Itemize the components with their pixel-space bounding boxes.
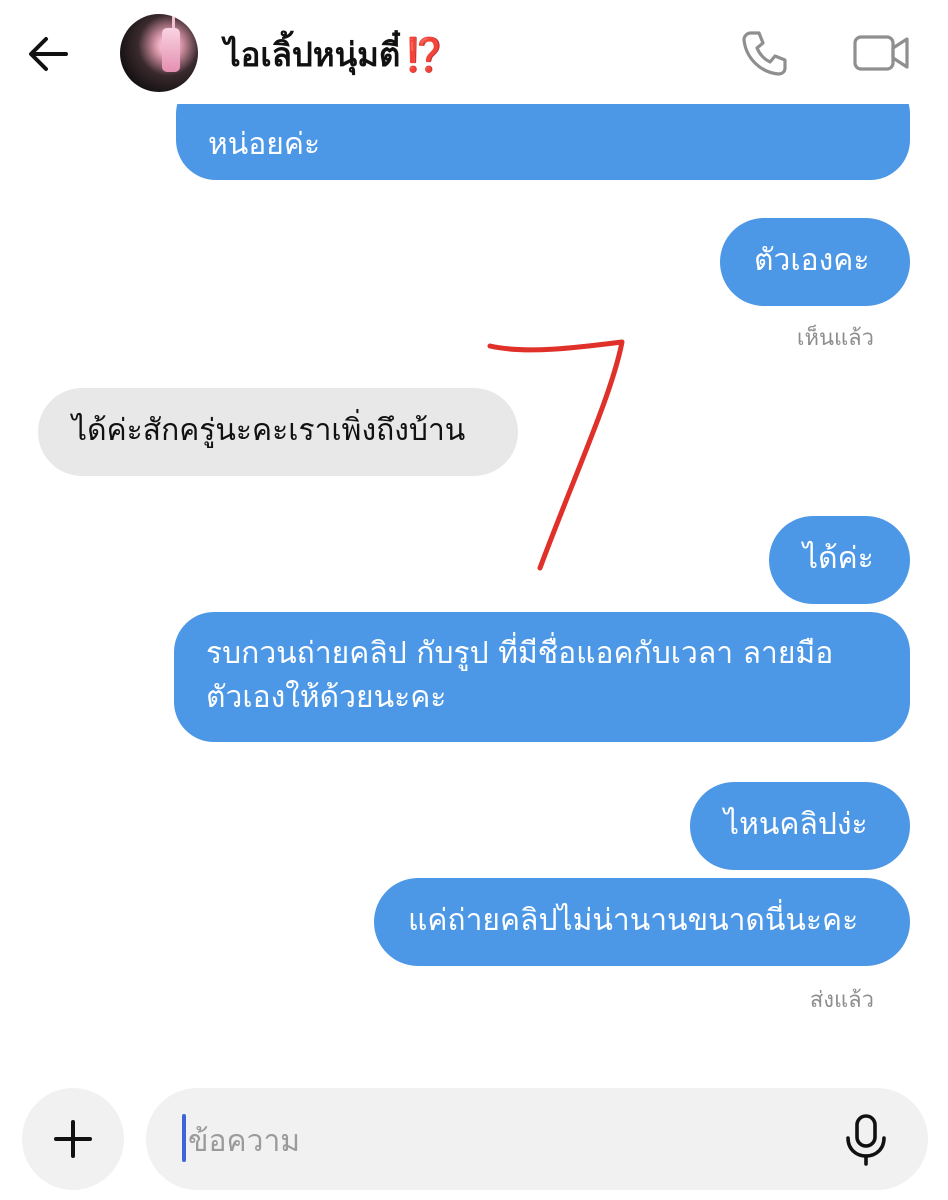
seen-status: เห็นแล้ว: [796, 326, 874, 351]
message-composer: ข้อความ: [0, 1070, 948, 1200]
text-caret: [182, 1114, 186, 1162]
handwritten-annotation: [487, 339, 625, 571]
message-input[interactable]: ข้อความ: [146, 1088, 928, 1190]
microphone-icon[interactable]: [838, 1112, 894, 1168]
video-camera-icon[interactable]: [852, 30, 912, 76]
message-bubble-outgoing[interactable]: ตัวเองคะ: [720, 218, 910, 306]
message-thread[interactable]: หน่อยค่ะ ตัวเองคะ เห็นแล้ว ได้ค่ะสักครู่…: [0, 104, 948, 1070]
add-attachment-button[interactable]: [22, 1088, 124, 1190]
message-bubble-outgoing[interactable]: รบกวนถ่ายคลิป กับรูป ที่มีชื่อแอคกับเวลา…: [174, 612, 910, 742]
message-bubble-outgoing[interactable]: ได้ค่ะ: [769, 516, 910, 604]
avatar-cup: [162, 28, 180, 72]
message-bubble-outgoing[interactable]: แค่ถ่ายคลิปไม่น่านานขนาดนี่นะคะ: [374, 878, 910, 966]
message-bubble-outgoing[interactable]: ไหนคลิปง่ะ: [690, 782, 910, 870]
chat-header: ไอเลิ้ปหนุ่มตี๋ ⁉️: [0, 0, 948, 104]
contact-name[interactable]: ไอเลิ้ปหนุ่มตี๋ ⁉️: [224, 28, 445, 81]
phone-icon[interactable]: [740, 28, 790, 78]
message-line: รบกวนถ่ายคลิป กับรูป ที่มีชื่อแอคกับเวลา…: [206, 636, 834, 671]
message-bubble-incoming[interactable]: ได้ค่ะสักครู่นะคะเราเพิ่งถึงบ้าน: [38, 388, 518, 476]
sent-status: ส่งแล้ว: [809, 988, 874, 1013]
message-input-placeholder: ข้อความ: [188, 1124, 301, 1159]
message-line: ตัวเองให้ด้วยนะคะ: [206, 680, 447, 715]
back-arrow-icon[interactable]: [26, 34, 70, 74]
plus-icon-vertical: [71, 1120, 75, 1158]
avatar[interactable]: [120, 14, 198, 92]
contact-name-text: ไอเลิ้ปหนุ่มตี๋: [224, 35, 401, 74]
message-bubble-outgoing[interactable]: หน่อยค่ะ: [176, 104, 910, 180]
name-emoji: ⁉️: [404, 35, 446, 74]
